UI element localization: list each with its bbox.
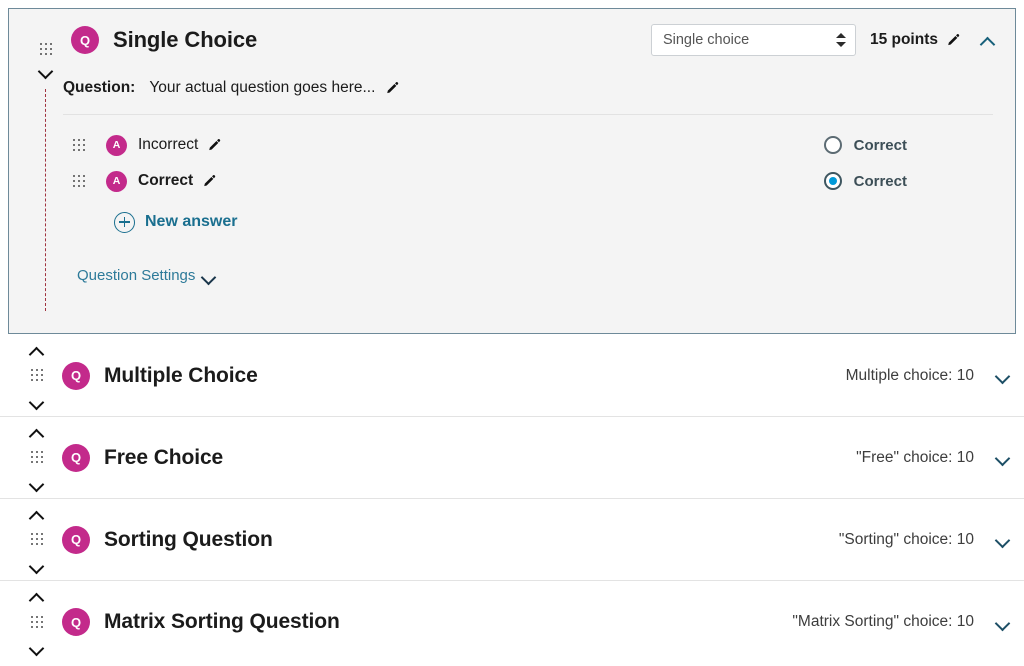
question-badge: Q (62, 608, 90, 636)
question-settings-label: Question Settings (77, 267, 196, 284)
chevron-down-icon[interactable] (996, 371, 1010, 380)
question-title: Free Choice (104, 445, 224, 469)
row-move-controls (26, 510, 48, 570)
chevron-down-icon[interactable] (996, 535, 1010, 544)
points-value: 15 points (869, 31, 938, 48)
spinner-arrows-icon (835, 32, 847, 48)
plus-circle-icon (114, 211, 135, 233)
chevron-down-icon[interactable] (30, 397, 44, 406)
row-right: "Sorting" choice: 10 (839, 531, 1010, 549)
question-type-value: Single choice (662, 32, 750, 48)
question-title: Sorting Question (104, 527, 273, 551)
chevron-down-icon[interactable] (30, 561, 44, 570)
collapsed-question-row[interactable]: Q Free Choice "Free" choice: 10 (0, 417, 1024, 499)
drag-handle-icon[interactable] (30, 615, 44, 629)
question-type-select[interactable]: Single choice (650, 24, 856, 56)
collapse-card-button[interactable] (975, 36, 1001, 45)
question-text-row: Question: Your actual question goes here… (63, 71, 993, 105)
pencil-icon[interactable] (385, 81, 400, 96)
row-main: Q Free Choice (62, 443, 224, 472)
chevron-down-icon (202, 272, 214, 280)
correct-radio[interactable] (823, 136, 842, 154)
question-meta: Multiple choice: 10 (845, 366, 974, 384)
correct-label: Correct (853, 136, 907, 154)
correct-label: Correct (853, 172, 907, 190)
chevron-up-icon[interactable] (30, 592, 44, 601)
collapsed-question-row[interactable]: Q Matrix Sorting Question "Matrix Sortin… (0, 581, 1024, 663)
chevron-up-icon[interactable] (30, 510, 44, 519)
question-title: Multiple Choice (104, 363, 258, 387)
new-answer-label: New answer (145, 213, 238, 230)
question-badge: Q (62, 525, 90, 554)
chevron-down-icon[interactable] (996, 453, 1010, 462)
new-answer-button[interactable]: New answer (114, 207, 993, 237)
row-main: Q Sorting Question (62, 525, 273, 554)
points-display: 15 points (870, 31, 961, 49)
question-settings-toggle[interactable]: Question Settings (77, 267, 214, 284)
page-title: Single Choice (113, 27, 258, 52)
answers-list: A Incorrect Correct A Correct Correct Ne… (63, 115, 993, 237)
collapsed-question-row[interactable]: Q Sorting Question "Sorting" choice: 10 (0, 499, 1024, 581)
answer-text: Incorrect (138, 136, 199, 153)
row-right: "Matrix Sorting" choice: 10 (792, 613, 1010, 631)
expanded-question-header: Q Single Choice Single choice 15 points (9, 9, 1015, 71)
question-badge: Q (62, 443, 90, 472)
question-meta: "Matrix Sorting" choice: 10 (792, 613, 974, 630)
question-meta: "Sorting" choice: 10 (838, 530, 974, 548)
row-move-controls (26, 592, 48, 652)
question-title: Matrix Sorting Question (104, 610, 340, 633)
expanded-question-body: Question: Your actual question goes here… (9, 71, 1015, 285)
answer-text: Correct (138, 172, 194, 189)
drag-handle-icon[interactable] (30, 369, 44, 382)
answer-row: A Correct Correct (63, 163, 993, 199)
answer-row: A Incorrect Correct (63, 127, 993, 163)
question-builder: Q Single Choice Single choice 15 points (0, 0, 1024, 666)
question-badge: Q (62, 361, 90, 390)
chevron-up-icon[interactable] (30, 428, 44, 437)
collapsed-question-list: Q Multiple Choice Multiple choice: 10 Q … (0, 335, 1024, 663)
header-controls: Single choice 15 points (650, 24, 1001, 56)
pencil-icon[interactable] (207, 138, 222, 153)
drag-handle-icon[interactable] (30, 451, 44, 464)
chevron-down-icon[interactable] (996, 618, 1010, 627)
answer-badge: A (106, 170, 127, 192)
question-badge: Q (71, 26, 99, 54)
chevron-down-icon[interactable] (30, 479, 44, 488)
correct-radio[interactable] (823, 172, 842, 190)
drag-handle-icon[interactable] (73, 174, 86, 188)
drag-handle-icon[interactable] (30, 533, 44, 546)
expanded-question-card: Q Single Choice Single choice 15 points (8, 8, 1016, 334)
row-main: Q Matrix Sorting Question (62, 608, 340, 636)
chevron-up-icon[interactable] (30, 346, 44, 355)
question-label: Question: (63, 79, 136, 96)
collapsed-question-row[interactable]: Q Multiple Choice Multiple choice: 10 (0, 335, 1024, 417)
row-right: "Free" choice: 10 (856, 449, 1010, 467)
pencil-icon[interactable] (946, 33, 961, 48)
row-main: Q Multiple Choice (62, 361, 258, 390)
answer-correct-control: Correct (823, 172, 993, 190)
answer-correct-control: Correct (823, 136, 993, 154)
question-meta: "Free" choice: 10 (856, 448, 974, 466)
chevron-down-icon[interactable] (30, 643, 44, 652)
row-right: Multiple choice: 10 (846, 367, 1010, 385)
answer-badge: A (106, 134, 127, 156)
row-move-controls (26, 428, 48, 488)
question-value: Your actual question goes here... (149, 79, 376, 96)
pencil-icon[interactable] (202, 174, 217, 189)
drag-handle-icon[interactable] (73, 138, 86, 152)
chevron-up-icon (981, 36, 995, 45)
row-move-controls (26, 346, 48, 406)
